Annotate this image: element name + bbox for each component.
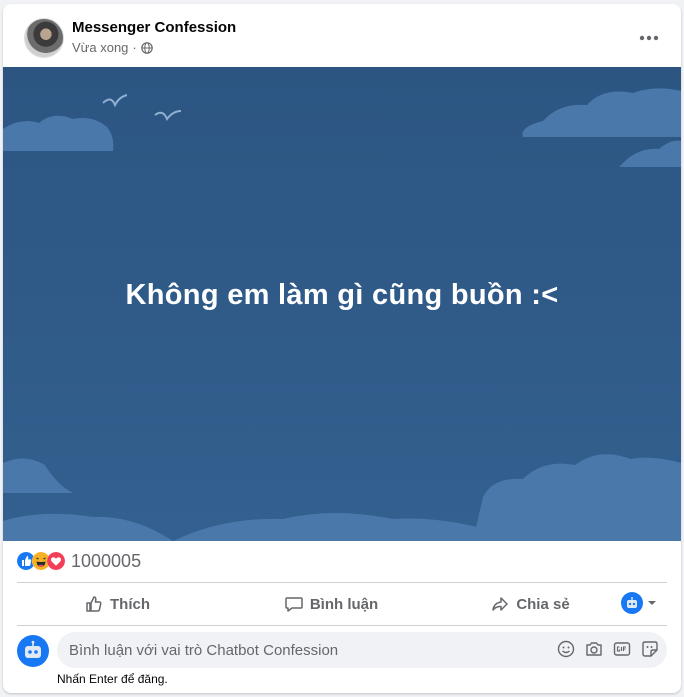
comment-label: Bình luận xyxy=(309,595,379,613)
globe-icon[interactable] xyxy=(140,41,153,54)
more-options-button[interactable] xyxy=(631,20,667,56)
post-time[interactable]: Vừa xong xyxy=(72,40,128,55)
love-icon xyxy=(47,552,65,570)
commenter-avatar[interactable] xyxy=(17,635,49,667)
page-name[interactable]: Messenger Confession xyxy=(72,19,236,36)
comment-hint: Nhấn Enter để đăng. xyxy=(57,672,168,686)
reaction-count[interactable]: 1000005 xyxy=(71,551,141,572)
divider-bottom xyxy=(17,625,667,626)
reaction-icons xyxy=(17,552,65,570)
camera-icon[interactable] xyxy=(585,640,603,658)
comment-icon xyxy=(285,597,303,612)
robot-icon xyxy=(25,640,41,658)
emoji-icon[interactable] xyxy=(557,640,575,658)
post-image[interactable]: Không em làm gì cũng buồn :< xyxy=(3,67,681,541)
post-card: Messenger Confession Vừa xong · Không em… xyxy=(3,4,681,693)
post-as-selector[interactable] xyxy=(621,592,657,614)
post-header: Messenger Confession Vừa xong · xyxy=(3,4,681,66)
post-meta: Vừa xong · xyxy=(72,40,153,55)
comment-tools xyxy=(557,640,659,658)
comment-input[interactable] xyxy=(57,632,527,668)
chatbot-avatar-icon xyxy=(621,592,643,614)
page-avatar[interactable] xyxy=(24,18,64,58)
share-button[interactable]: Chia sẻ xyxy=(445,584,615,624)
thumbs-up-icon xyxy=(86,596,102,612)
chevron-down-icon xyxy=(648,601,656,605)
more-dots-icon xyxy=(639,35,659,41)
gif-icon[interactable] xyxy=(613,640,631,658)
like-label: Thích xyxy=(110,595,150,613)
share-label: Chia sẻ xyxy=(516,595,570,613)
share-icon xyxy=(492,597,509,611)
sticker-icon[interactable] xyxy=(641,640,659,658)
like-button[interactable]: Thích xyxy=(17,584,217,624)
reactions-summary[interactable]: 1000005 xyxy=(17,549,141,573)
divider-top xyxy=(17,582,667,583)
post-image-text: Không em làm gì cũng buồn :< xyxy=(125,279,559,311)
comment-composer xyxy=(17,632,667,670)
post-actions: Thích Bình luận Chia sẻ xyxy=(17,584,667,624)
comment-box[interactable] xyxy=(57,632,667,668)
comment-button[interactable]: Bình luận xyxy=(217,584,445,624)
meta-separator: · xyxy=(132,40,137,55)
